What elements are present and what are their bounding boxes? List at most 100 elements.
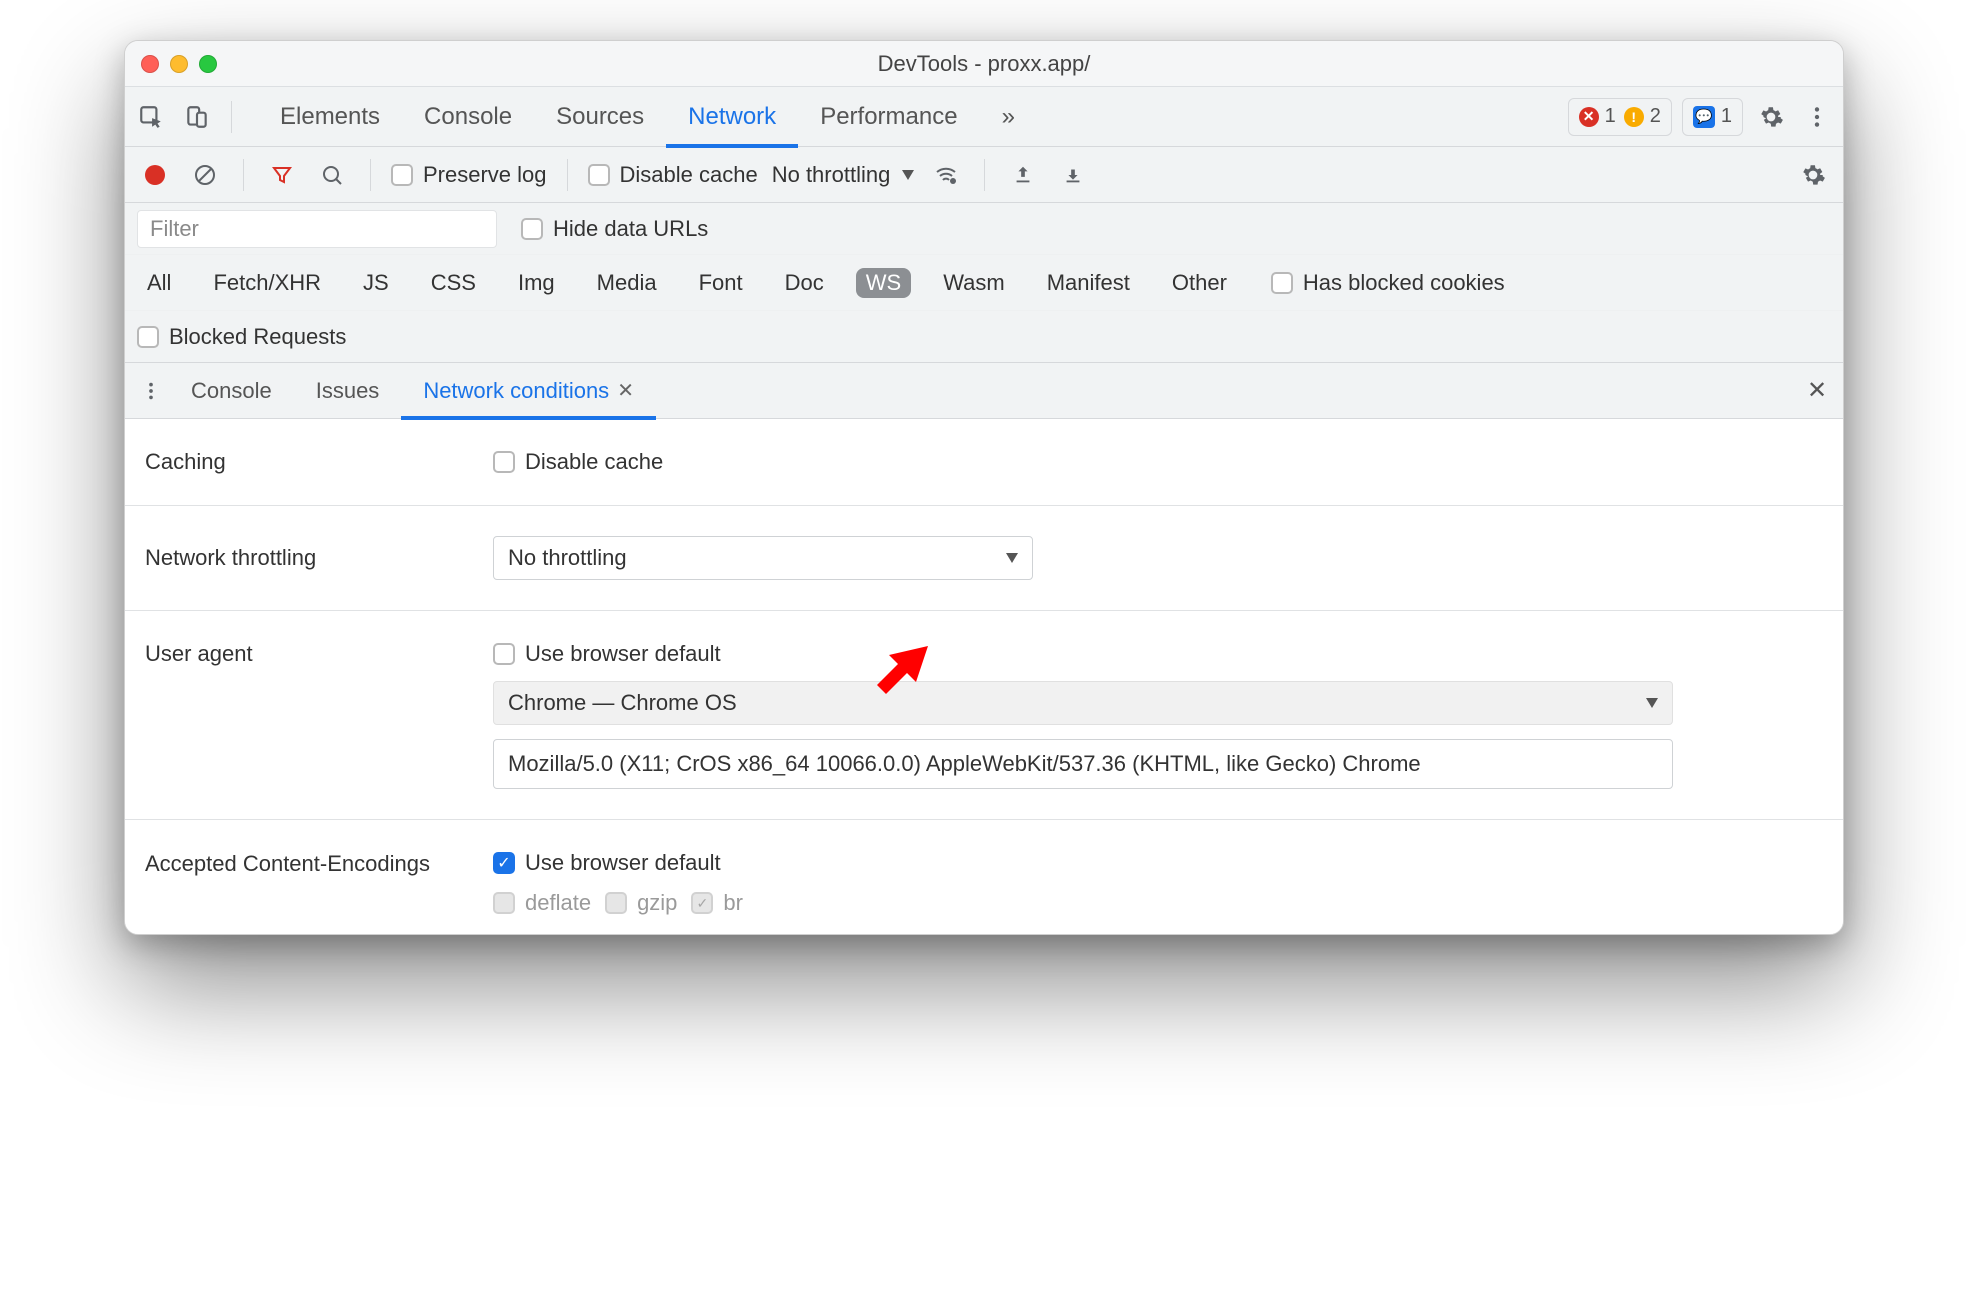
enc-br-checkbox[interactable]: br xyxy=(691,890,743,916)
toggle-device-icon[interactable] xyxy=(179,99,215,135)
checkbox-icon xyxy=(493,451,515,473)
chevron-down-icon xyxy=(902,170,914,180)
checkbox-icon xyxy=(137,326,159,348)
disable-cache-checkbox[interactable]: Disable cache xyxy=(588,162,758,188)
tab-console[interactable]: Console xyxy=(402,87,534,147)
throttling-value: No throttling xyxy=(508,545,627,571)
tab-label: Console xyxy=(191,378,272,404)
error-icon: ✕ xyxy=(1579,107,1599,127)
type-wasm[interactable]: Wasm xyxy=(933,268,1015,298)
encodings-row: Accepted Content-Encodings ✓ Use browser… xyxy=(125,820,1843,934)
ua-preset-select[interactable]: Chrome — Chrome OS xyxy=(493,681,1673,725)
record-icon xyxy=(145,165,165,185)
more-glyph: » xyxy=(1002,103,1015,131)
type-fetch[interactable]: Fetch/XHR xyxy=(203,268,331,298)
error-warning-counter[interactable]: ✕1 !2 xyxy=(1568,98,1672,136)
upload-har-icon[interactable] xyxy=(1005,157,1041,193)
has-blocked-cookies-label: Has blocked cookies xyxy=(1303,270,1505,296)
caching-disable-cache-checkbox[interactable]: Disable cache xyxy=(493,449,663,475)
issues-counter[interactable]: 💬1 xyxy=(1682,98,1743,136)
ua-preset-value: Chrome — Chrome OS xyxy=(508,690,737,716)
tab-label: Performance xyxy=(820,103,957,131)
caching-label: Caching xyxy=(145,449,475,475)
devtools-window: DevTools - proxx.app/ Elements C xyxy=(124,40,1844,935)
settings-icon[interactable] xyxy=(1753,99,1789,135)
download-har-icon[interactable] xyxy=(1055,157,1091,193)
tab-more[interactable]: » xyxy=(980,87,1037,147)
ua-use-default-checkbox[interactable]: Use browser default xyxy=(493,641,1673,667)
record-button[interactable] xyxy=(137,157,173,193)
tab-performance[interactable]: Performance xyxy=(798,87,979,147)
close-tab-icon[interactable]: ✕ xyxy=(617,378,634,403)
enc-gzip-checkbox[interactable]: gzip xyxy=(605,890,677,916)
caching-disable-label: Disable cache xyxy=(525,449,663,475)
hide-data-urls-checkbox[interactable]: Hide data URLs xyxy=(521,216,708,242)
titlebar: DevTools - proxx.app/ xyxy=(125,41,1843,87)
comment-icon: 💬 xyxy=(1693,106,1715,128)
close-drawer-icon[interactable]: ✕ xyxy=(1799,373,1835,409)
preserve-log-checkbox[interactable]: Preserve log xyxy=(391,162,547,188)
ua-use-default-label: Use browser default xyxy=(525,641,721,667)
blocked-requests-checkbox[interactable]: Blocked Requests xyxy=(137,324,346,350)
ua-string-value: Mozilla/5.0 (X11; CrOS x86_64 10066.0.0)… xyxy=(508,751,1421,777)
tab-network[interactable]: Network xyxy=(666,87,798,147)
blocked-requests-label: Blocked Requests xyxy=(169,324,346,350)
checkbox-icon xyxy=(391,164,413,186)
kebab-menu-icon[interactable] xyxy=(1799,99,1835,135)
enc-deflate-checkbox[interactable]: deflate xyxy=(493,890,591,916)
type-ws[interactable]: WS xyxy=(856,268,911,298)
checkbox-disabled-icon xyxy=(493,892,515,914)
network-conditions-icon[interactable] xyxy=(928,157,964,193)
tab-sources[interactable]: Sources xyxy=(534,87,666,147)
minimize-window-button[interactable] xyxy=(170,55,188,73)
drawer-kebab-icon[interactable] xyxy=(133,373,169,409)
type-doc[interactable]: Doc xyxy=(775,268,834,298)
throttling-row-label: Network throttling xyxy=(145,545,475,571)
type-js[interactable]: JS xyxy=(353,268,399,298)
clear-button[interactable] xyxy=(187,157,223,193)
type-other[interactable]: Other xyxy=(1162,268,1237,298)
throttling-label: No throttling xyxy=(772,162,891,188)
type-media[interactable]: Media xyxy=(587,268,667,298)
caching-row: Caching Disable cache xyxy=(125,419,1843,506)
drawer-tab-network-conditions[interactable]: Network conditions ✕ xyxy=(401,363,656,419)
tab-elements[interactable]: Elements xyxy=(258,87,402,147)
tab-label: Network conditions xyxy=(423,378,609,404)
search-icon[interactable] xyxy=(314,157,350,193)
type-img[interactable]: Img xyxy=(508,268,565,298)
filter-icon[interactable] xyxy=(264,157,300,193)
ua-string-input[interactable]: Mozilla/5.0 (X11; CrOS x86_64 10066.0.0)… xyxy=(493,739,1673,789)
drawer-tabbar: Console Issues Network conditions ✕ ✕ xyxy=(125,363,1843,419)
blocked-requests-row: Blocked Requests xyxy=(125,311,1843,363)
divider xyxy=(243,159,244,191)
inspect-element-icon[interactable] xyxy=(133,99,169,135)
maximize-window-button[interactable] xyxy=(199,55,217,73)
divider xyxy=(231,101,232,133)
enc-use-default-checkbox[interactable]: ✓ Use browser default xyxy=(493,850,743,876)
has-blocked-cookies-checkbox[interactable]: Has blocked cookies xyxy=(1271,270,1505,296)
warning-icon: ! xyxy=(1624,107,1644,127)
disable-cache-label: Disable cache xyxy=(620,162,758,188)
throttling-select[interactable]: No throttling xyxy=(772,162,915,188)
preserve-log-label: Preserve log xyxy=(423,162,547,188)
main-tabbar: Elements Console Sources Network Perform… xyxy=(125,87,1843,147)
network-settings-icon[interactable] xyxy=(1795,157,1831,193)
chevron-down-icon xyxy=(1646,698,1658,708)
chevron-down-icon xyxy=(1006,553,1018,563)
traffic-lights xyxy=(141,55,217,73)
network-conditions-panel: Caching Disable cache Network throttling… xyxy=(125,419,1843,934)
drawer-tab-console[interactable]: Console xyxy=(169,363,294,419)
type-font[interactable]: Font xyxy=(689,268,753,298)
type-manifest[interactable]: Manifest xyxy=(1037,268,1140,298)
type-css[interactable]: CSS xyxy=(421,268,486,298)
type-all[interactable]: All xyxy=(137,268,181,298)
filter-input[interactable]: Filter xyxy=(137,210,497,248)
close-window-button[interactable] xyxy=(141,55,159,73)
comment-count: 1 xyxy=(1721,105,1732,128)
throttling-select[interactable]: No throttling xyxy=(493,536,1033,580)
drawer-tab-issues[interactable]: Issues xyxy=(294,363,402,419)
enc-deflate-label: deflate xyxy=(525,890,591,916)
filter-placeholder: Filter xyxy=(150,216,199,242)
tab-label: Console xyxy=(424,103,512,131)
request-type-row: All Fetch/XHR JS CSS Img Media Font Doc … xyxy=(125,255,1843,311)
